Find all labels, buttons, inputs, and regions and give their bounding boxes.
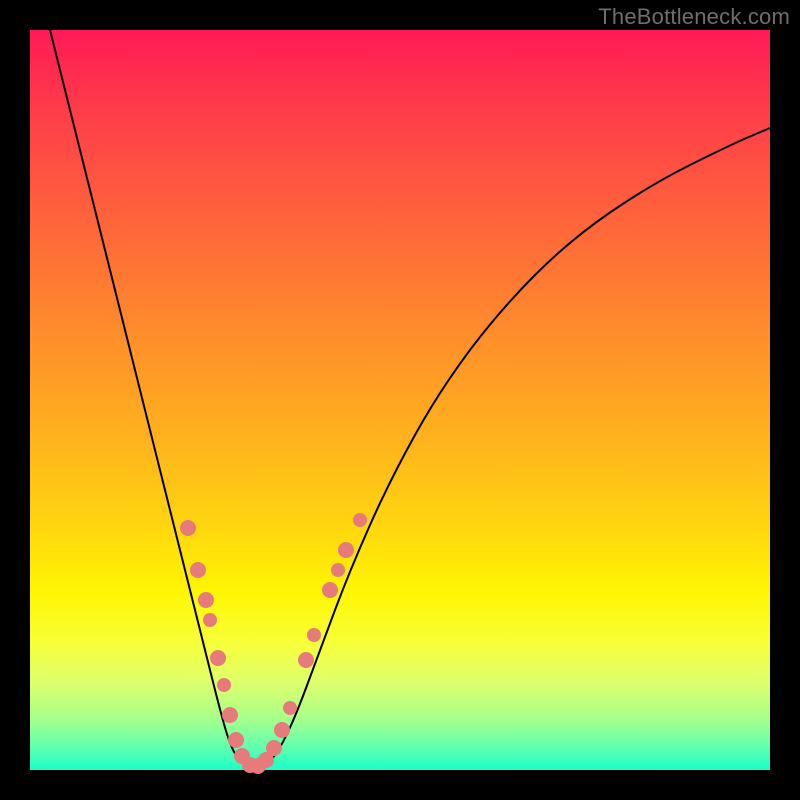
data-dot — [283, 701, 297, 715]
data-dot — [307, 628, 321, 642]
data-dot — [180, 520, 196, 536]
chart-svg — [30, 30, 770, 770]
data-dot — [203, 613, 217, 627]
data-dot — [274, 722, 290, 738]
data-dot — [322, 582, 338, 598]
data-dots — [180, 513, 367, 774]
watermark-text: TheBottleneck.com — [598, 4, 790, 30]
data-dot — [198, 592, 214, 608]
data-dot — [190, 562, 206, 578]
data-dot — [331, 563, 345, 577]
data-dot — [353, 513, 367, 527]
chart-frame: TheBottleneck.com — [0, 0, 800, 800]
data-dot — [338, 542, 354, 558]
data-dot — [222, 707, 238, 723]
data-dot — [217, 678, 231, 692]
data-dot — [298, 652, 314, 668]
data-dot — [266, 740, 282, 756]
plot-area — [30, 30, 770, 770]
data-dot — [228, 732, 244, 748]
data-dot — [210, 650, 226, 666]
bottleneck-curve — [50, 30, 770, 768]
